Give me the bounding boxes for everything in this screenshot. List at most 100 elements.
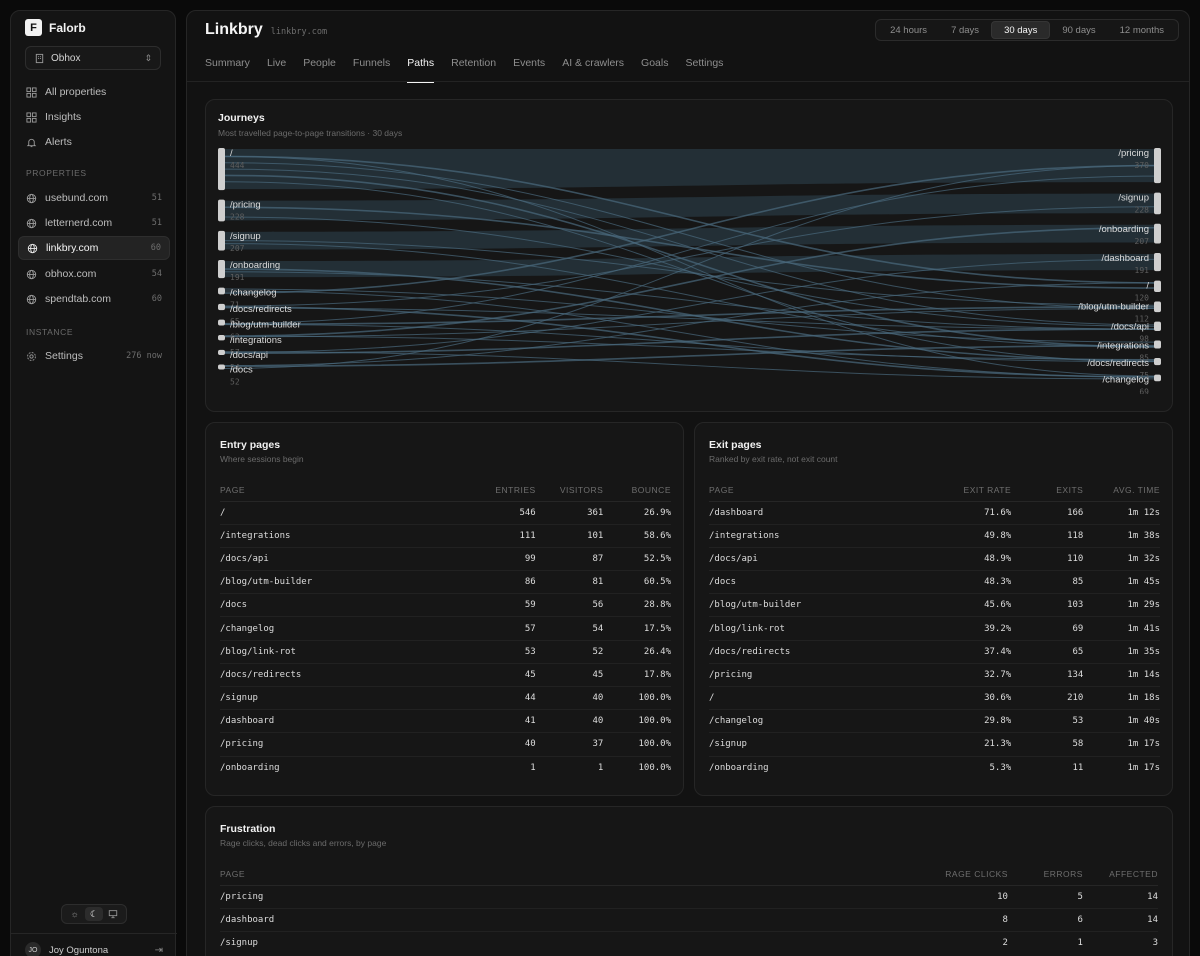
table-row[interactable]: /changelog 57 54 17.5% — [220, 616, 671, 641]
table-row[interactable]: /docs/redirects 37.4% 65 1m 35s — [709, 640, 1160, 664]
monitor-icon[interactable] — [104, 907, 122, 921]
table-row[interactable]: /onboarding 1 1 100.0% — [220, 756, 671, 779]
property-usebund[interactable]: usebund.com 51 — [18, 186, 170, 210]
table-row[interactable]: /docs/api 99 87 52.5% — [220, 547, 671, 572]
property-obhox[interactable]: obhox.com 54 — [18, 262, 170, 286]
table-row[interactable]: /dashboard 8 6 14 — [220, 908, 1158, 932]
cell-page: /onboarding — [709, 762, 769, 773]
node-label: /onboarding — [230, 260, 280, 271]
property-spendtab[interactable]: spendtab.com 60 — [18, 287, 170, 311]
table-row[interactable]: /changelog 29.8% 53 1m 40s — [709, 709, 1160, 734]
entry-pages-subtitle: Where sessions begin — [220, 454, 304, 464]
cell-page: /docs — [220, 593, 469, 618]
table-row[interactable]: /onboarding 5.3% 11 1m 17s — [709, 756, 1160, 779]
range-90-days[interactable]: 90 days — [1050, 21, 1107, 39]
cell-bounce: 26.9% — [603, 501, 671, 525]
tab-events[interactable]: Events — [513, 57, 545, 83]
moon-icon[interactable]: ☾ — [84, 907, 103, 921]
nav-insights[interactable]: Insights — [18, 105, 170, 129]
node-left-docs-redirects — [218, 303, 225, 311]
table-row[interactable]: /pricing 32.7% 134 1m 14s — [709, 663, 1160, 688]
table-row[interactable]: /signup 44 40 100.0% — [220, 686, 671, 711]
table-row[interactable]: /docs 48.3% 85 1m 45s — [709, 570, 1160, 595]
table-row[interactable]: /pricing 10 5 14 — [220, 885, 1158, 909]
cell-errors: 5 — [1007, 885, 1083, 909]
table-row[interactable]: /dashboard 71.6% 166 1m 12s — [709, 501, 1160, 525]
logout-icon[interactable]: ⇥ — [155, 945, 163, 956]
table-row[interactable]: /docs 59 56 28.8% — [220, 593, 671, 618]
tab-goals[interactable]: Goals — [641, 57, 668, 83]
nav-settings[interactable]: Settings 276 now — [18, 344, 170, 368]
table-row[interactable]: /integrations 111 101 58.6% — [220, 524, 671, 548]
tab-live[interactable]: Live — [267, 57, 286, 83]
cell-entries: 111 — [468, 524, 536, 548]
tab-people[interactable]: People — [303, 57, 336, 83]
table-row[interactable]: /blog/utm-builder 45.6% 103 1m 29s — [709, 593, 1160, 618]
globe-icon — [27, 243, 38, 254]
user-name: Joy Oguntona — [49, 944, 109, 956]
table-row[interactable]: /blog/link-rot 39.2% 69 1m 41s — [709, 616, 1160, 641]
cell-bounce: 100.0% — [603, 732, 671, 757]
cell-exits: 65 — [1011, 640, 1084, 664]
entry-pages-title: Entry pages — [220, 439, 281, 451]
tab-ai-crawlers[interactable]: AI & crawlers — [562, 57, 624, 83]
nav-alerts[interactable]: Alerts — [18, 130, 170, 154]
table-row[interactable]: /pricing 40 37 100.0% — [220, 732, 671, 757]
table-row[interactable]: /dashboard 41 40 100.0% — [220, 709, 671, 734]
node-right-dashboard — [1154, 252, 1161, 272]
node-left-onboarding — [218, 260, 225, 279]
grid-icon — [26, 86, 37, 98]
cell-bounce: 28.8% — [603, 593, 671, 618]
frustration-subtitle: Rage clicks, dead clicks and errors, by … — [220, 838, 387, 848]
globe-icon — [26, 193, 37, 204]
node-label: / — [230, 148, 233, 159]
brand[interactable]: F Falorb — [25, 19, 86, 36]
tab-summary[interactable]: Summary — [205, 57, 250, 83]
node-value: 52 — [230, 378, 240, 387]
table-row[interactable]: /docs/api 48.9% 110 1m 32s — [709, 547, 1160, 572]
range-30-days[interactable]: 30 days — [991, 21, 1051, 39]
sun-icon[interactable]: ☼ — [66, 907, 84, 921]
table-row[interactable]: /signup 2 1 3 — [220, 931, 1158, 954]
user-row[interactable]: JO Joy Oguntona ⇥ — [11, 933, 177, 956]
tab-settings[interactable]: Settings — [685, 57, 723, 83]
table-row[interactable]: /docs/redirects 45 45 17.8% — [220, 663, 671, 688]
range-24-hours[interactable]: 24 hours — [878, 21, 939, 39]
table-row[interactable]: /30.6% 210 1m 18s — [709, 686, 1160, 711]
nav-label: Alerts — [45, 136, 72, 148]
table-row[interactable]: /integrations 49.8% 118 1m 38s — [709, 524, 1160, 548]
cell-avg-time: 1m 45s — [1083, 570, 1160, 595]
column-header-visitors: VISITORS — [535, 479, 604, 502]
cell-page: /signup — [220, 686, 469, 711]
tab-retention[interactable]: Retention — [451, 57, 496, 83]
node-left-integrations — [218, 334, 225, 341]
node-right-changelog — [1154, 374, 1161, 382]
cell-page: /pricing — [709, 663, 935, 688]
org-select[interactable]: Obhox ⇕ — [25, 46, 161, 70]
cell-page: /integrations — [220, 524, 469, 548]
table-row[interactable]: /blog/utm-builder 86 81 60.5% — [220, 570, 671, 595]
cell-exits: 110 — [1011, 547, 1084, 572]
node-label: /pricing — [1118, 148, 1149, 159]
table-row[interactable]: /signup 21.3% 58 1m 17s — [709, 732, 1160, 757]
nav-all-properties[interactable]: All properties — [18, 80, 170, 104]
range-12-months[interactable]: 12 months — [1108, 21, 1176, 39]
cell-page: /docs/redirects — [220, 663, 469, 688]
tab-funnels[interactable]: Funnels — [353, 57, 390, 83]
property-letternerd[interactable]: letternerd.com 51 — [18, 211, 170, 235]
table-row[interactable]: /blog/link-rot 53 52 26.4% — [220, 640, 671, 664]
table-row[interactable]: /546 361 26.9% — [220, 501, 671, 525]
building-icon — [34, 53, 45, 64]
column-header-errors: ERRORS — [1007, 863, 1083, 886]
globe-icon — [26, 218, 37, 229]
node-label: /docs — [230, 365, 253, 376]
property-linkbry[interactable]: linkbry.com 60 — [18, 236, 170, 260]
cell-entries: 41 — [468, 709, 536, 734]
cell-exits: 166 — [1011, 501, 1084, 525]
range-7-days[interactable]: 7 days — [939, 21, 991, 39]
tab-paths[interactable]: Paths — [407, 57, 434, 83]
tab-divider — [187, 81, 1189, 82]
cell-rage-clicks: 10 — [932, 885, 1008, 909]
exit-pages-subtitle: Ranked by exit rate, not exit count — [709, 454, 838, 464]
property-domain: linkbry.com — [270, 27, 328, 37]
